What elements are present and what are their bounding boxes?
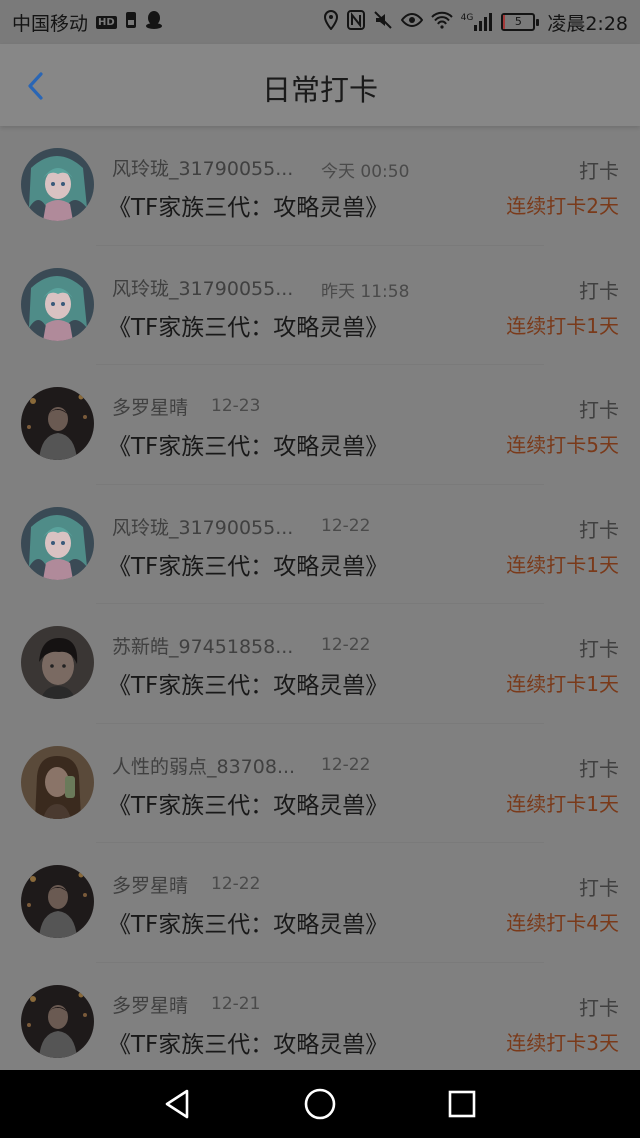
back-triangle-icon — [165, 1089, 189, 1119]
checkin-time: 昨天 11:58 — [321, 281, 410, 302]
avatar[interactable] — [21, 387, 94, 460]
nav-back-button[interactable] — [160, 1086, 196, 1122]
eye-icon — [400, 12, 423, 33]
streak-label: 连续打卡1天 — [506, 313, 619, 338]
username[interactable]: 苏新皓_97451858... — [112, 632, 293, 659]
avatar[interactable] — [21, 506, 94, 580]
battery-icon: 5 — [501, 13, 540, 31]
username[interactable]: 风玲珑_31790055... — [112, 154, 293, 181]
status-left: 中国移动 HD — [12, 9, 163, 36]
checkin-action-label: 打卡 — [579, 876, 619, 900]
checkin-time: 12-22 — [321, 754, 371, 775]
username[interactable]: 人性的弱点_83708... — [112, 752, 295, 779]
checkin-action-label: 打卡 — [579, 398, 619, 422]
nav-home-button[interactable] — [302, 1086, 338, 1122]
system-nav-bar — [0, 1070, 640, 1138]
checkin-action-label: 打卡 — [579, 517, 619, 542]
checkin-time: 12-23 — [211, 396, 261, 416]
streak-label: 连续打卡1天 — [506, 552, 619, 577]
status-bar: 中国移动 HD 4G 5 凌晨2:28 — [0, 0, 640, 44]
checkin-time: 12-21 — [211, 993, 261, 1014]
checkin-action-label: 打卡 — [579, 159, 619, 183]
avatar[interactable] — [21, 148, 94, 221]
book-title[interactable]: 《TF家族三代：攻略灵兽》 — [108, 1025, 388, 1059]
checkin-row[interactable]: 多罗星晴 12-22 《TF家族三代：攻略灵兽》 打卡连续打卡4天 — [0, 843, 640, 963]
sim-icon — [125, 11, 137, 34]
checkin-row[interactable]: 苏新皓_97451858... 12-22 《TF家族三代：攻略灵兽》 打卡连续打卡1… — [0, 604, 640, 724]
streak-label: 连续打卡5天 — [506, 433, 619, 457]
streak-label: 连续打卡2天 — [506, 194, 619, 218]
book-title[interactable]: 《TF家族三代：攻略灵兽》 — [108, 786, 388, 820]
checkin-action-label: 打卡 — [579, 756, 619, 781]
page-title: 日常打卡 — [261, 73, 378, 107]
username[interactable]: 多罗星晴 — [112, 991, 188, 1018]
username[interactable]: 风玲珑_31790055... — [112, 274, 293, 301]
avatar[interactable] — [21, 745, 94, 819]
home-circle-icon — [304, 1088, 336, 1120]
avatar[interactable] — [21, 626, 94, 699]
book-title[interactable]: 《TF家族三代：攻略灵兽》 — [108, 308, 388, 342]
qq-icon — [145, 10, 163, 35]
checkin-time: 12-22 — [211, 874, 261, 894]
status-right: 4G 5 凌晨2:28 — [323, 9, 628, 36]
checkin-time: 12-22 — [321, 635, 371, 655]
top-app-bar: 日常打卡 — [0, 44, 640, 126]
checkin-row[interactable]: 多罗星晴 12-23 《TF家族三代：攻略灵兽》 打卡连续打卡5天 — [0, 365, 640, 485]
book-title[interactable]: 《TF家族三代：攻略灵兽》 — [108, 905, 388, 939]
checkin-action-label: 打卡 — [579, 278, 619, 303]
book-title[interactable]: 《TF家族三代：攻略灵兽》 — [108, 666, 388, 700]
checkin-row[interactable]: 多罗星晴 12-21 《TF家族三代：攻略灵兽》 打卡连续打卡3天 — [0, 963, 640, 1071]
clock: 凌晨2:28 — [547, 12, 628, 35]
checkin-list[interactable]: 风玲珑_31790055... 今天 00:50 《TF家族三代：攻略灵兽》 打卡 连续… — [0, 126, 640, 1070]
checkin-row[interactable]: 风玲珑_31790055... 昨天 11:58 《TF家族三代：攻略灵兽》 打卡连续… — [0, 246, 640, 365]
streak-label: 连续打卡3天 — [506, 1030, 619, 1055]
mute-icon — [373, 10, 393, 35]
username[interactable]: 多罗星晴 — [112, 393, 188, 420]
checkin-time: 今天 00:50 — [321, 162, 410, 182]
checkin-row[interactable]: 风玲珑_31790055... 今天 00:50 《TF家族三代：攻略灵兽》 打卡连续… — [0, 126, 640, 246]
username[interactable]: 多罗星晴 — [112, 871, 188, 898]
book-title[interactable]: 《TF家族三代：攻略灵兽》 — [108, 188, 388, 222]
checkin-action-label: 打卡 — [579, 995, 619, 1020]
streak-label: 连续打卡4天 — [506, 911, 619, 935]
checkin-time: 12-22 — [321, 515, 371, 536]
streak-label: 连续打卡1天 — [506, 672, 619, 696]
location-icon — [323, 9, 339, 35]
nfc-icon — [346, 9, 365, 35]
network-type: 4G — [460, 13, 474, 23]
carrier-label: 中国移动 — [12, 12, 89, 35]
checkin-action-label: 打卡 — [579, 637, 619, 661]
avatar[interactable] — [21, 267, 94, 341]
battery-level: 5 — [514, 15, 522, 28]
streak-label: 连续打卡1天 — [506, 791, 619, 816]
book-title[interactable]: 《TF家族三代：攻略灵兽》 — [108, 547, 388, 581]
avatar[interactable] — [21, 865, 94, 938]
avatar[interactable] — [21, 984, 94, 1058]
book-title[interactable]: 《TF家族三代：攻略灵兽》 — [108, 427, 388, 461]
checkin-row[interactable]: 人性的弱点_83708... 12-22 《TF家族三代：攻略灵兽》 打卡连续打卡1天 — [0, 724, 640, 843]
checkin-row[interactable]: 风玲珑_31790055... 12-22 《TF家族三代：攻略灵兽》 打卡连续打卡1… — [0, 485, 640, 604]
nav-recents-button[interactable] — [444, 1086, 480, 1122]
hd-badge: HD — [96, 15, 117, 29]
signal-icon: 4G — [461, 13, 494, 31]
username[interactable]: 风玲珑_31790055... — [112, 513, 293, 540]
recents-square-icon — [448, 1090, 476, 1118]
wifi-icon — [430, 11, 453, 34]
